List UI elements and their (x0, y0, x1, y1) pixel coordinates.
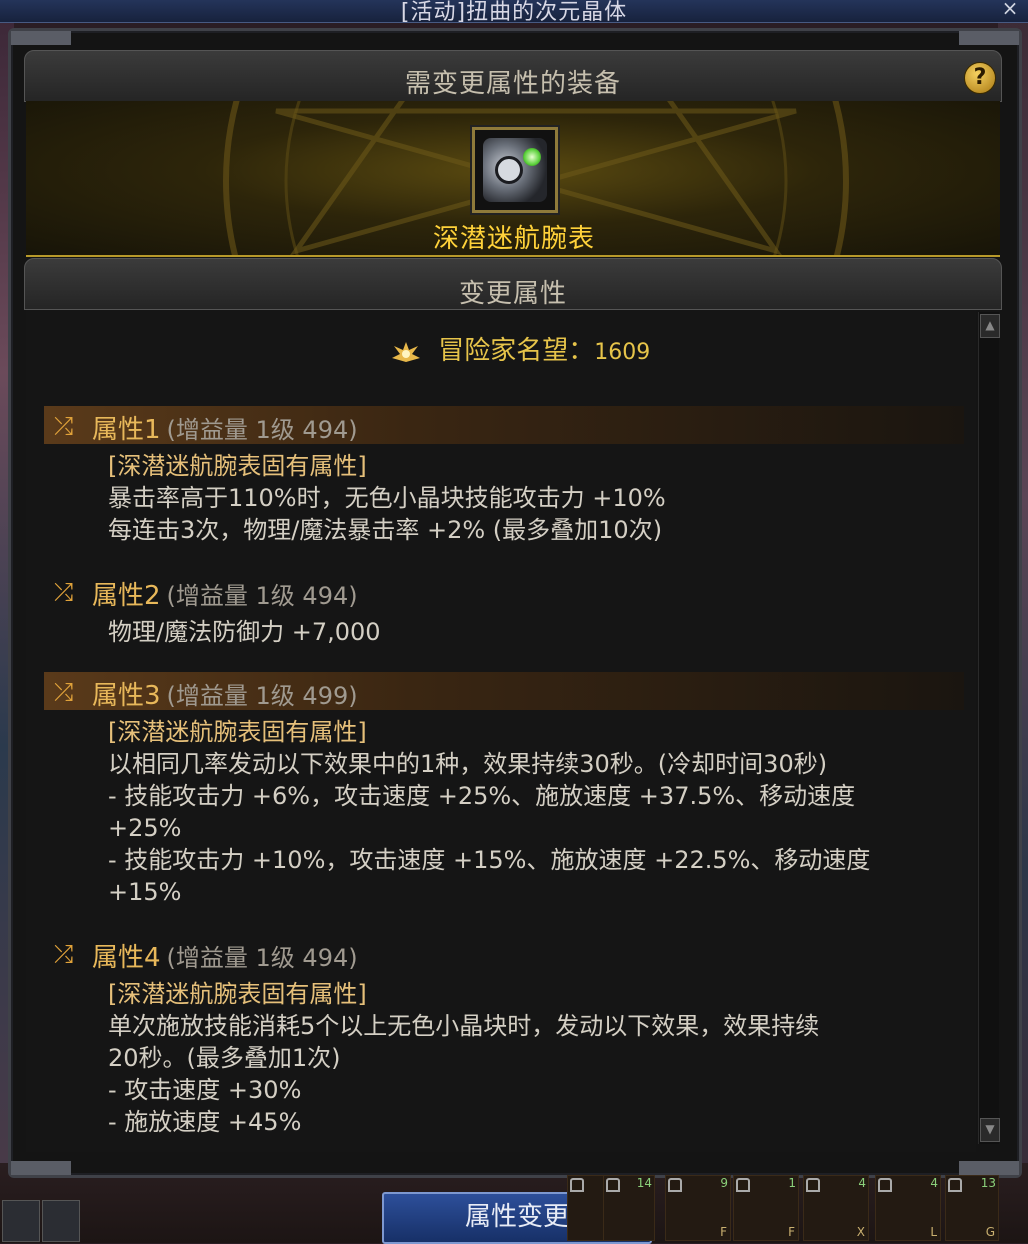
attribute-header: ⤮ 属性1 (增益量 1级 494) (44, 406, 964, 445)
lock-icon (570, 1178, 584, 1192)
wristwatch-icon (483, 138, 547, 202)
change-attribute-title: 变更属性 (458, 279, 567, 309)
quickslot[interactable]: 1F (733, 1175, 799, 1241)
quickslot-count: 4 (858, 1176, 866, 1190)
attribute-line: 物理/魔法防御力 +7,000 (108, 618, 381, 646)
attribute-line: 20秒。(最多叠加1次) (108, 1044, 341, 1072)
shuffle-icon: ⤮ (54, 940, 74, 968)
attribute-line: [深潜迷航腕表固有属性] (108, 718, 367, 746)
fame-value: 1609 (594, 340, 651, 365)
lock-icon (806, 1178, 820, 1192)
attribute-line: - 攻击速度 +30% (108, 1076, 302, 1104)
quickslot-key: G (985, 1225, 995, 1239)
attribute-line: +15% (108, 878, 182, 906)
shuffle-icon: ⤮ (54, 678, 74, 706)
inventory-slot[interactable] (2, 1200, 40, 1242)
quickslot-count: 1 (788, 1176, 796, 1190)
quickslot-count: 14 (636, 1176, 652, 1190)
adventurer-fame: 冒险家名望：1609 (390, 330, 650, 367)
frame-corner (11, 1161, 71, 1175)
attribute-block[interactable]: ⤮ 属性3 (增益量 1级 499) [深潜迷航腕表固有属性] 以相同几率发动以下… (44, 672, 964, 908)
quickslot-key: X (856, 1225, 865, 1239)
quickslot-key: F (720, 1225, 727, 1239)
attribute-block[interactable]: ⤮ 属性4 (增益量 1级 494) [深潜迷航腕表固有属性] 单次施放技能消耗5… (44, 934, 964, 1138)
attribute-title: 属性4 (92, 943, 161, 973)
change-attribute-header: 变更属性 (24, 258, 1002, 310)
shuffle-icon: ⤮ (54, 578, 74, 606)
close-icon[interactable]: × (1000, 0, 1020, 18)
equipment-section-title: 需变更属性的装备 (404, 69, 621, 99)
attribute-title: 属性1 (92, 415, 161, 445)
lock-icon (606, 1178, 620, 1192)
quickslot-count: 4 (930, 1176, 938, 1190)
attribute-line: 暴击率高于110%时，无色小晶块技能攻击力 +10% (108, 484, 666, 512)
attribute-header: ⤮ 属性4 (增益量 1级 494) (44, 934, 964, 973)
attribute-title: 属性2 (92, 581, 161, 611)
attribute-line: 以相同几率发动以下效果中的1种，效果持续30秒。(冷却时间30秒) (108, 750, 828, 778)
quickslot[interactable]: 13 G (945, 1175, 999, 1241)
shuffle-icon: ⤮ (54, 412, 74, 440)
watch-gem (523, 148, 541, 166)
scroll-down-icon[interactable]: ▼ (980, 1118, 1000, 1142)
quickslot-key: L (930, 1225, 937, 1239)
help-icon[interactable]: ? (964, 62, 996, 94)
lock-icon (736, 1178, 750, 1192)
fame-label: 冒险家名望 (438, 336, 569, 366)
attribute-meta: (增益量 1级 494) (166, 944, 358, 972)
fame-icon (392, 341, 420, 362)
attribute-title: 属性3 (92, 681, 161, 711)
attribute-line: - 施放速度 +45% (108, 1108, 302, 1136)
attribute-line: 每连击3次，物理/魔法暴击率 +2% (最多叠加10次) (108, 516, 663, 544)
lock-icon (668, 1178, 682, 1192)
attribute-line: - 技能攻击力 +6%，攻击速度 +25%、施放速度 +37.5%、移动速度 (108, 782, 856, 810)
quickslot-key: F (788, 1225, 795, 1239)
item-name: 深潜迷航腕表 (432, 224, 595, 254)
frame-corner (11, 31, 71, 45)
attribute-block[interactable]: ⤮ 属性1 (增益量 1级 494) [深潜迷航腕表固有属性] 暴击率高于110%… (44, 406, 964, 546)
attribute-meta: (增益量 1级 494) (166, 416, 358, 444)
fame-separator: ： (568, 336, 595, 366)
attribute-line: [深潜迷航腕表固有属性] (108, 452, 367, 480)
attribute-line: - 技能攻击力 +10%，攻击速度 +15%、施放速度 +22.5%、移动速度 (108, 846, 871, 874)
attribute-line: +25% (108, 814, 182, 842)
quickslot-count: 9 (720, 1176, 728, 1190)
watch-dial (495, 156, 523, 184)
lock-icon (878, 1178, 892, 1192)
attribute-line: [深潜迷航腕表固有属性] (108, 980, 367, 1008)
attribute-block[interactable]: ⤮ 属性2 (增益量 1级 494) 物理/魔法防御力 +7,000 (44, 572, 964, 648)
equipment-section-header: 需变更属性的装备 (24, 50, 1002, 102)
attribute-header: ⤮ 属性2 (增益量 1级 494) (44, 572, 964, 611)
attribute-line: 单次施放技能消耗5个以上无色小晶块时，发动以下效果，效果持续 (108, 1012, 820, 1040)
window-title: [活动]扭曲的次元晶体 (400, 0, 628, 25)
inventory-slot[interactable] (42, 1200, 80, 1242)
quickslot-count: 13 (980, 1176, 996, 1190)
lock-icon (948, 1178, 962, 1192)
quickslot[interactable]: 4X (803, 1175, 869, 1241)
scrollbar[interactable]: ▲ ▼ (978, 312, 1000, 1144)
window-titlebar[interactable]: [活动]扭曲的次元晶体 × (0, 0, 1028, 25)
quickslot[interactable]: 4L (875, 1175, 941, 1241)
attribute-meta: (增益量 1级 494) (166, 582, 358, 610)
frame-corner (959, 1161, 1019, 1175)
attribute-header: ⤮ 属性3 (增益量 1级 499) (44, 672, 964, 711)
attribute-meta: (增益量 1级 499) (166, 682, 358, 710)
quickslot[interactable]: 14 (603, 1175, 655, 1241)
quickslot[interactable]: 9F (665, 1175, 731, 1241)
equipment-slot[interactable] (472, 127, 558, 213)
frame-corner (959, 31, 1019, 45)
scroll-up-icon[interactable]: ▲ (980, 314, 1000, 338)
